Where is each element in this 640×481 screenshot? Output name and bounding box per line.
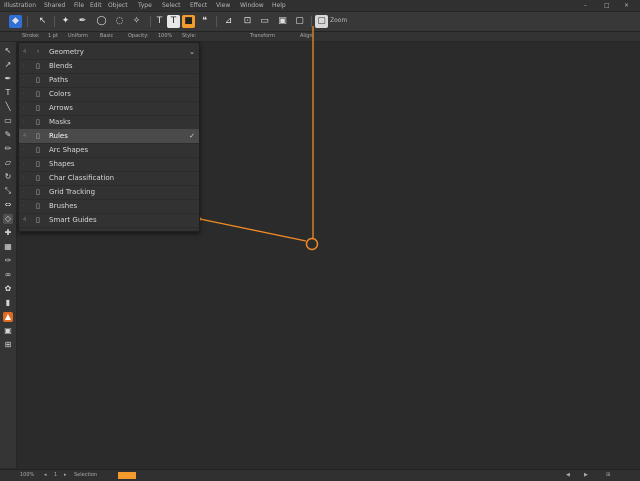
item-index: ·: [23, 203, 25, 209]
item-index: ·: [23, 161, 25, 167]
item-icon: ▯: [36, 146, 40, 154]
checkmark-icon: ✓: [189, 132, 195, 140]
item-label: Blends: [49, 62, 73, 70]
item-label: Smart Guides: [49, 216, 97, 224]
connector-handle[interactable]: [305, 237, 319, 251]
item-icon: ▯: [36, 202, 40, 210]
item-icon: ▯: [36, 174, 40, 182]
status-indicator: [118, 472, 136, 479]
item-label: Arc Shapes: [49, 146, 89, 154]
item-index: ·: [23, 119, 25, 125]
list-item[interactable]: · ▯ Brushes: [19, 199, 199, 214]
dropdown-menu: 4 ◦ Geometry ⌄ · ▯ Blends · ▯ Paths · ▯ …: [18, 42, 200, 232]
item-icon: ▯: [36, 160, 40, 168]
list-item[interactable]: · ▯ Arc Shapes: [19, 143, 199, 158]
item-label: Brushes: [49, 202, 78, 210]
list-item[interactable]: · ▯ Grid Tracking: [19, 185, 199, 200]
scroll-left-button[interactable]: ◀: [566, 470, 570, 481]
item-icon: ▯: [36, 104, 40, 112]
item-index: ·: [23, 91, 25, 97]
list-item[interactable]: · ▯ Colors: [19, 87, 199, 102]
list-item[interactable]: · ▯ Blends: [19, 59, 199, 74]
grid-toggle-icon[interactable]: ⊞: [606, 470, 610, 481]
status-tool-label: Selection: [74, 472, 98, 478]
item-index: ·: [23, 189, 25, 195]
item-index: ·: [23, 63, 25, 69]
item-icon: ▯: [36, 216, 40, 224]
item-label: Geometry: [49, 48, 84, 56]
item-icon: ▯: [36, 76, 40, 84]
scroll-right-button[interactable]: ▶: [584, 470, 588, 481]
guide-line-diagonal: [199, 218, 307, 242]
list-item[interactable]: 4 ▯ Smart Guides: [19, 213, 199, 228]
item-index: ·: [23, 77, 25, 83]
item-label: Colors: [49, 90, 71, 98]
status-bar: 100% ◂ 1 ▸ Selection ◀ ▶ ⊞: [0, 469, 640, 481]
item-label: Paths: [49, 76, 69, 84]
item-index: ·: [23, 105, 25, 111]
list-item[interactable]: · ▯ Masks: [19, 115, 199, 130]
prev-artboard-button[interactable]: ◂: [44, 470, 47, 481]
item-label: Rules: [49, 132, 68, 140]
item-index: 4: [23, 217, 27, 223]
item-icon: ◦: [36, 48, 41, 56]
list-item[interactable]: · ▯ Paths: [19, 73, 199, 88]
item-index: ·: [23, 175, 25, 181]
next-artboard-button[interactable]: ▸: [64, 470, 67, 481]
dropdown-header[interactable]: 4 ◦ Geometry ⌄: [19, 45, 199, 60]
item-index: 4: [23, 133, 27, 139]
item-label: Shapes: [49, 160, 75, 168]
zoom-level[interactable]: 100%: [20, 470, 34, 481]
item-icon: ▯: [36, 132, 40, 140]
chevron-down-icon[interactable]: ⌄: [189, 45, 195, 59]
item-icon: ▯: [36, 118, 40, 126]
item-icon: ▯: [36, 90, 40, 98]
item-label: Char Classification: [49, 174, 115, 182]
item-label: Grid Tracking: [49, 188, 96, 196]
artboard-number[interactable]: 1: [54, 470, 57, 481]
list-item[interactable]: · ▯ Arrows: [19, 101, 199, 116]
list-item[interactable]: · ▯ Shapes: [19, 157, 199, 172]
item-index: 4: [23, 49, 27, 55]
list-item-selected[interactable]: 4 ▯ Rules ✓: [19, 129, 199, 144]
item-label: Arrows: [49, 104, 73, 112]
item-label: Masks: [49, 118, 71, 126]
item-icon: ▯: [36, 62, 40, 70]
item-index: ·: [23, 147, 25, 153]
list-item[interactable]: · ▯ Char Classification: [19, 171, 199, 186]
item-icon: ▯: [36, 188, 40, 196]
